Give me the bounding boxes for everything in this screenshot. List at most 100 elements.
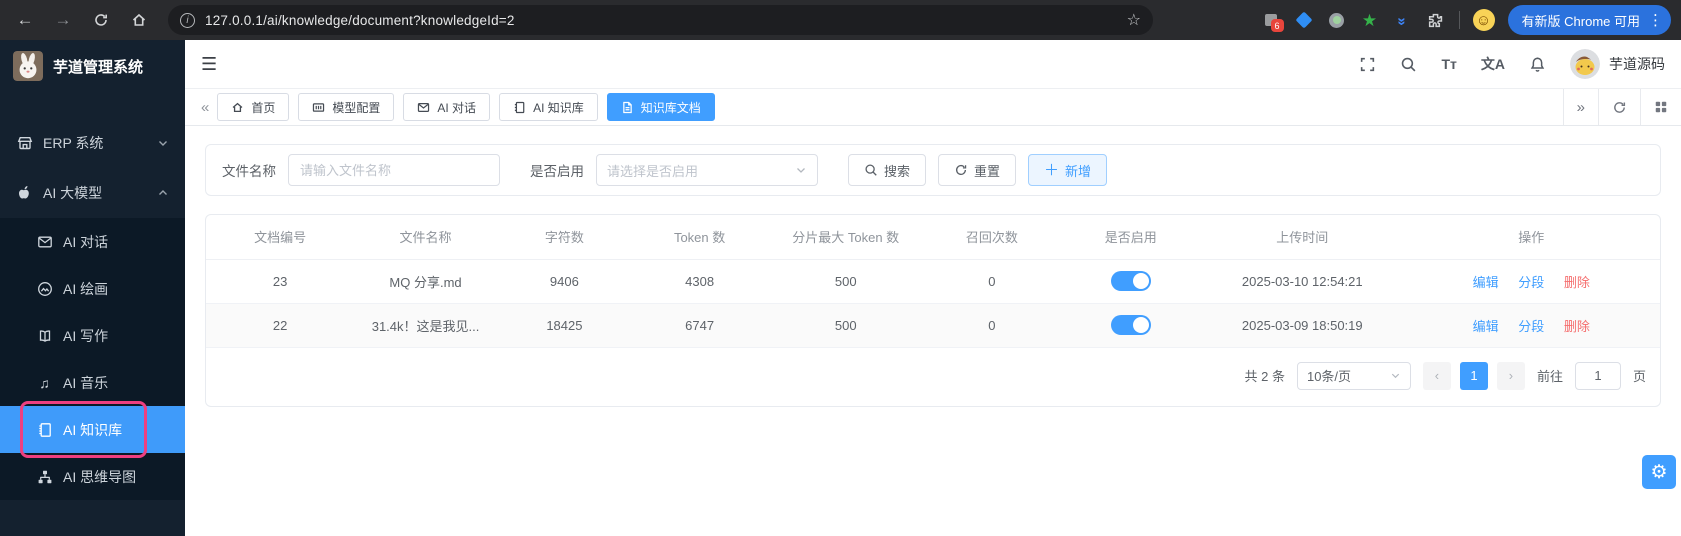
col-doc-id: 文档编号 [206,215,355,260]
sidebar-item-label: AI 对话 [63,233,109,250]
back-icon[interactable]: ← [10,5,40,35]
search-button[interactable]: 搜索 [848,154,927,186]
tab-ai-chat[interactable]: AI 对话 [403,93,491,121]
page-size-select[interactable]: 10条/页 [1296,361,1411,390]
enabled-toggle[interactable] [1110,315,1151,335]
url-text[interactable]: 127.0.0.1/ai/knowledge/document?knowledg… [205,13,1117,28]
forward-icon[interactable]: → [48,5,78,35]
reload-icon[interactable] [86,5,116,35]
bookmark-star-icon[interactable]: ☆ [1127,10,1141,30]
fullscreen-icon[interactable] [1359,56,1376,73]
font-size-icon[interactable]: Tт [1441,56,1456,72]
sidebar-item-ai-music[interactable]: ♫ AI 音乐 [0,359,185,406]
sidebar-item-ai-mindmap[interactable]: AI 思维导图 [0,453,185,500]
segment-link[interactable]: 分段 [1518,275,1544,290]
tabs-scroll-right-icon[interactable]: » [1562,89,1598,125]
user-menu[interactable]: 芋道源码 [1570,49,1665,79]
refresh-icon [955,164,967,175]
tab-label: 知识库文档 [640,100,701,115]
col-file-name: 文件名称 [354,215,497,260]
tabs-menu-grid-icon[interactable] [1640,89,1681,125]
prev-page-button[interactable]: ‹ [1422,361,1451,390]
sidebar-item-ai-models[interactable]: AI 大模型 [0,168,185,218]
sidebar-item-ai-write[interactable]: AI 写作 [0,312,185,359]
notebook-icon [514,101,525,113]
sidebar-item-ai-knowledge[interactable]: AI 知识库 [0,401,185,458]
sidebar-item-ai-chat[interactable]: AI 对话 [0,218,185,265]
col-token-count: Token 数 [632,215,768,260]
delete-link[interactable]: 删除 [1564,319,1590,334]
current-page-button[interactable]: 1 [1459,361,1488,390]
col-max-token: 分片最大 Token 数 [767,215,925,260]
extension-badge-icon[interactable]: 6 [1261,10,1284,32]
chevron-up-icon [157,187,169,199]
translate-icon[interactable]: 文A [1481,54,1505,74]
goto-label: 前往 [1536,369,1563,384]
extensions-puzzle-icon[interactable] [1426,10,1446,30]
extension-badge-count: 6 [1270,19,1284,32]
home-icon[interactable] [124,5,154,35]
file-name-label: 文件名称 [222,164,276,179]
enabled-toggle[interactable] [1110,271,1151,291]
tab-label: AI 对话 [437,100,477,115]
enabled-select[interactable]: 请选择是否启用 [596,154,818,186]
tab-label: 模型配置 [332,100,381,115]
sidebar-item-label: AI 绘画 [63,280,109,297]
profile-avatar-icon[interactable]: ☺ [1472,9,1495,31]
extension-chevrons-icon[interactable]: » [1393,10,1413,30]
extension-gem-icon[interactable] [1294,10,1314,30]
bell-icon[interactable] [1529,56,1546,73]
sidebar-item-label: ERP 系统 [43,135,104,151]
apple-icon [16,185,33,201]
sitemap-icon [36,469,53,485]
chrome-update-label: 有新版 Chrome 可用 [1521,13,1640,29]
gear-icon: ⚙ [1650,461,1668,483]
reset-button-label: 重置 [974,163,1001,179]
document-table: 文档编号 文件名称 字符数 Token 数 分片最大 Token 数 召回次数 … [206,215,1660,348]
chrome-update-button[interactable]: 有新版 Chrome 可用 ⋮ [1507,5,1671,35]
cell-recall-count: 0 [924,303,1060,348]
tab-ai-knowledge[interactable]: AI 知识库 [499,93,598,121]
cell-recall-count: 0 [924,259,1060,304]
extension-circle-icon[interactable] [1327,10,1347,30]
sidebar-item-ai-draw[interactable]: AI 绘画 [0,265,185,312]
cell-file-name: 31.4k！这是我见... [354,303,497,348]
next-page-button[interactable]: › [1496,361,1525,390]
chrome-divider [1458,11,1460,29]
sidebar: 芋道管理系统 ERP 系统 AI 大模型 AI 对话 AI 绘画 AI 写作 ♫… [0,40,185,536]
chrome-menu-icon[interactable]: ⋮ [1648,11,1663,29]
settings-gear-button[interactable]: ⚙ [1642,455,1676,489]
search-icon[interactable] [1400,56,1417,73]
sidebar-item-label: AI 音乐 [63,374,109,391]
delete-link[interactable]: 删除 [1564,275,1590,290]
edit-link[interactable]: 编辑 [1473,275,1499,290]
collapse-menu-icon[interactable]: ☰ [201,54,217,75]
plus-icon: ＋ [1044,161,1060,179]
goto-page-input[interactable] [1574,361,1621,390]
tab-home[interactable]: 首页 [217,93,290,121]
cell-token-count: 6747 [632,303,768,348]
logo-row[interactable]: 芋道管理系统 [0,40,185,92]
sidebar-item-label: AI 思维导图 [63,468,137,485]
reset-button[interactable]: 重置 [938,154,1017,186]
edit-link[interactable]: 编辑 [1473,319,1499,334]
sidebar-item-erp[interactable]: ERP 系统 [0,118,185,168]
extension-star-icon[interactable]: ★ [1360,10,1380,30]
enabled-select-placeholder: 请选择是否启用 [607,163,699,179]
tabs-scroll-left-icon[interactable]: « [193,89,217,125]
tab-model-config[interactable]: 模型配置 [298,93,395,121]
tab-knowledge-document[interactable]: 知识库文档 [606,93,715,121]
sidebar-item-label: AI 大模型 [43,185,103,201]
cell-token-count: 4308 [632,259,768,304]
browser-chrome: ← → i 127.0.0.1/ai/knowledge/document?kn… [0,0,1681,40]
document-icon [622,101,632,113]
refresh-tab-icon[interactable] [1598,89,1640,125]
sidebar-item-label: AI 知识库 [63,421,123,438]
address-bar[interactable]: i 127.0.0.1/ai/knowledge/document?knowle… [168,5,1153,35]
cell-max-token: 500 [767,303,925,348]
segment-link[interactable]: 分段 [1518,319,1544,334]
file-name-input[interactable] [288,154,500,186]
site-info-icon[interactable]: i [180,12,195,28]
sidebar-submenu: AI 对话 AI 绘画 AI 写作 ♫ AI 音乐 AI 知识库 AI 思维导图 [0,218,185,500]
add-button[interactable]: ＋ 新增 [1028,154,1108,186]
